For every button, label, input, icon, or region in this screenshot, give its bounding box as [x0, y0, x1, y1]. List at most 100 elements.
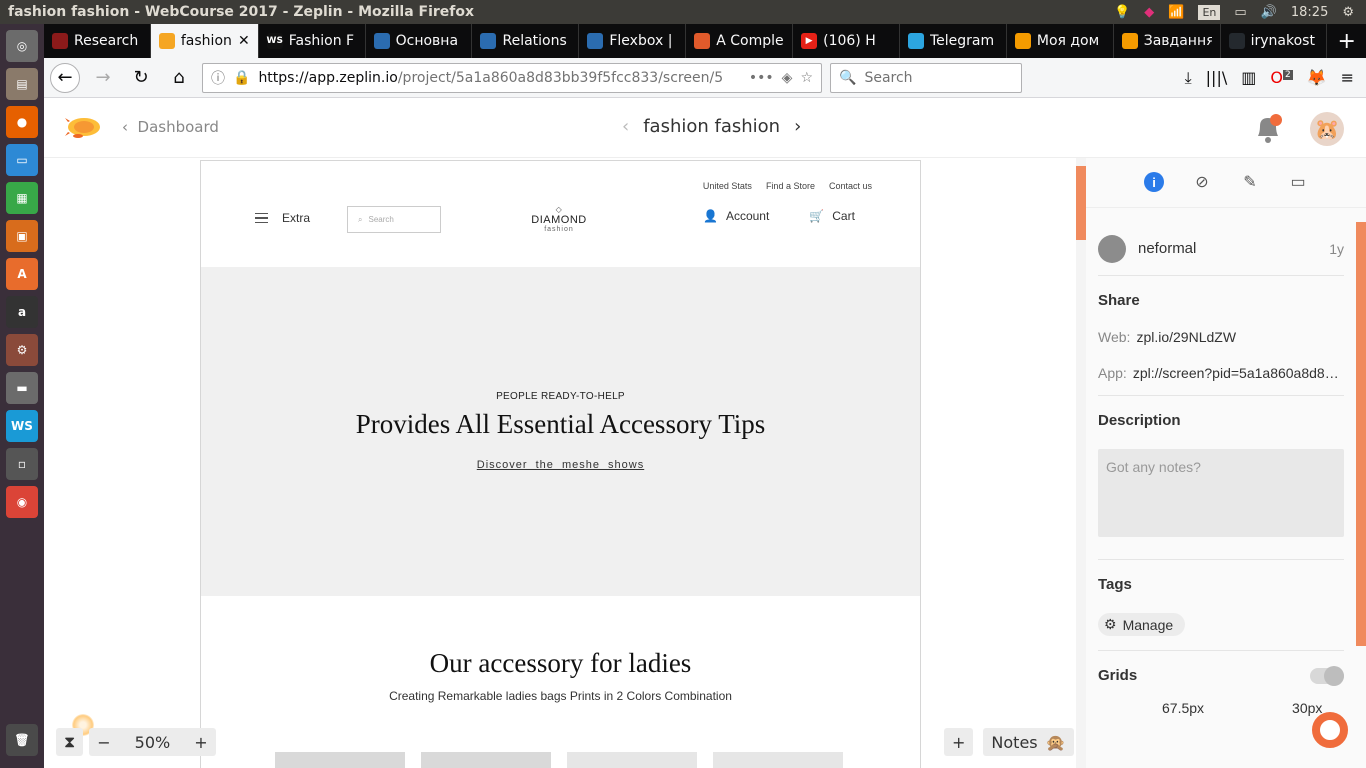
new-tab-button[interactable]: + [1327, 24, 1365, 58]
tab-favicon-icon [52, 33, 68, 49]
browser-tab[interactable]: Завдання [1114, 24, 1221, 58]
manage-label: Manage [1122, 616, 1174, 633]
tab-favicon-icon [694, 33, 711, 49]
app-indicator-icon[interactable]: ◆ [1144, 5, 1154, 20]
add-note-button[interactable]: + [944, 728, 974, 756]
zoom-in-button[interactable]: + [194, 733, 207, 752]
tab-label: Завдання [1143, 33, 1212, 49]
lightbulb-icon[interactable]: 💡 [1114, 5, 1130, 20]
lock-icon[interactable]: 🔒 [233, 70, 250, 86]
colors-tab-icon[interactable]: ✎ [1240, 172, 1260, 192]
canvas-scrollbar[interactable] [1076, 158, 1086, 768]
impress-launcher-icon[interactable]: ▣ [6, 220, 38, 252]
grid-values: 67.5px 30px [1098, 684, 1344, 716]
hamburger-menu-icon[interactable]: ≡ [1341, 68, 1354, 87]
browser-tab[interactable]: Основна [366, 24, 473, 58]
help-lifebuoy-icon[interactable] [1312, 712, 1348, 748]
pocket-icon[interactable]: ◈ [782, 70, 793, 86]
tab-label: fashion [180, 33, 232, 49]
browser-tab[interactable]: Моя дом [1007, 24, 1114, 58]
files-launcher-icon[interactable]: ▤ [6, 68, 38, 100]
artboard[interactable]: United Stats Find a Store Contact us Ext… [200, 160, 921, 768]
calc-launcher-icon[interactable]: ▦ [6, 182, 38, 214]
url-bar[interactable]: ⓘ 🔒 https://app.zeplin.io/project/5a1a86… [202, 62, 822, 93]
forward-button[interactable]: → [88, 63, 118, 93]
firefox-launcher-icon[interactable]: ● [6, 106, 38, 138]
notes-button[interactable]: Notes 🙊 [983, 728, 1074, 756]
clock[interactable]: 18:25 [1291, 5, 1328, 20]
browser-tab[interactable]: Flexbox | [579, 24, 687, 58]
writer-launcher-icon[interactable]: ▭ [6, 144, 38, 176]
back-button[interactable]: ← [50, 62, 80, 93]
styleguide-tab-icon[interactable]: ⊘ [1192, 172, 1212, 192]
sidebar-icon[interactable]: ▥ [1241, 68, 1256, 87]
product-thumbnail [421, 752, 551, 768]
browser-tab[interactable]: fashion ✕ [150, 24, 259, 58]
metamask-icon[interactable]: 🦊 [1307, 68, 1327, 87]
zeplin-canvas[interactable]: United Stats Find a Store Contact us Ext… [44, 158, 1076, 768]
scrollbar-thumb[interactable] [1076, 166, 1086, 240]
comments-tab-icon[interactable]: ▭ [1288, 172, 1308, 192]
tab-close-icon[interactable]: ✕ [238, 33, 250, 49]
tab-label: Основна [395, 33, 459, 49]
accessory-section: Our accessory for ladies Creating Remark… [201, 596, 920, 703]
drive-launcher-icon[interactable]: ▬ [6, 372, 38, 404]
hero-section: PEOPLE READY-TO-HELP Provides All Essent… [201, 267, 920, 596]
chrome-launcher-icon[interactable]: ◉ [6, 486, 38, 518]
previous-screen-icon[interactable]: ‹ [622, 116, 629, 137]
grids-toggle[interactable] [1310, 665, 1344, 686]
amazon-launcher-icon[interactable]: a [6, 296, 38, 328]
user-avatar[interactable]: 🐹 [1310, 112, 1344, 146]
browser-toolbar: ← → ↻ ⌂ ⓘ 🔒 https://app.zeplin.io/projec… [44, 58, 1366, 98]
zoom-out-button[interactable]: − [97, 733, 110, 752]
browser-tab[interactable]: ▶ (106) H [793, 24, 900, 58]
info-icon[interactable]: ⓘ [211, 68, 225, 88]
download-icon[interactable]: ⤓ [1185, 68, 1192, 88]
tags-section: Tags ⚙ Manage [1098, 560, 1344, 651]
search-bar[interactable]: 🔍 Search [830, 62, 1022, 93]
zoom-level[interactable]: 50% [135, 733, 171, 752]
artboard-header: United Stats Find a Store Contact us Ext… [201, 161, 920, 267]
dash-launcher-icon[interactable]: ◎ [6, 30, 38, 62]
app-link[interactable]: zpl://screen?pid=5a1a860a8d83bb39f5fcc83… [1133, 365, 1344, 381]
workspace-launcher-icon[interactable]: ▫ [6, 448, 38, 480]
webstorm-launcher-icon[interactable]: WS [6, 410, 38, 442]
browser-tab[interactable]: WS Fashion F [259, 24, 366, 58]
settings-launcher-icon[interactable]: ⚙ [6, 334, 38, 366]
tab-label: Relations [502, 33, 567, 49]
page-actions-icon[interactable]: ••• [749, 70, 774, 86]
description-field[interactable]: Got any notes? [1098, 449, 1344, 537]
trash-launcher-icon[interactable]: 🗑 [6, 724, 38, 756]
browser-tab[interactable]: A Comple [686, 24, 794, 58]
volume-icon[interactable]: 🔊 [1261, 5, 1277, 20]
browser-tab[interactable]: Research [44, 24, 151, 58]
next-screen-icon[interactable]: › [794, 116, 801, 137]
browser-tab[interactable]: Telegram [900, 24, 1007, 58]
url-text[interactable]: https://app.zeplin.io/project/5a1a860a8d… [258, 70, 740, 86]
info-tab-icon[interactable]: i [1144, 172, 1164, 192]
hourglass-icon[interactable]: ⧗ [56, 728, 84, 756]
dashboard-back-link[interactable]: ‹ Dashboard [122, 118, 219, 136]
reload-button[interactable]: ↻ [126, 63, 156, 93]
notifications-bell-icon[interactable] [1254, 112, 1282, 144]
battery-icon[interactable]: ▭ [1234, 5, 1246, 20]
tab-label: (106) H [823, 33, 876, 49]
power-gear-icon[interactable]: ⚙ [1342, 5, 1354, 20]
opera-extension-icon[interactable]: O2 [1270, 68, 1293, 87]
wifi-icon[interactable]: 📶 [1168, 5, 1184, 20]
library-icon[interactable]: |||\ [1206, 68, 1228, 87]
manage-tags-button[interactable]: ⚙ Manage [1098, 613, 1186, 636]
web-link[interactable]: zpl.io/29NLdZW [1136, 329, 1236, 345]
keyboard-layout-indicator[interactable]: En [1198, 4, 1221, 20]
toolbar-right: ⤓ |||\ ▥ O2 🦊 ≡ [1185, 68, 1360, 88]
web-share-row: Web: zpl.io/29NLdZW [1098, 329, 1344, 345]
home-button[interactable]: ⌂ [164, 63, 194, 93]
tab-label: Fashion F [288, 33, 355, 49]
grid-column-width: 67.5px [1162, 700, 1205, 716]
software-launcher-icon[interactable]: A [6, 258, 38, 290]
browser-tab[interactable]: Relations [472, 24, 580, 58]
sidebar-scrollbar[interactable] [1356, 222, 1366, 646]
zeplin-logo-icon[interactable] [64, 112, 102, 142]
bookmark-star-icon[interactable]: ☆ [800, 70, 813, 86]
browser-tab[interactable]: irynakost [1221, 24, 1328, 58]
